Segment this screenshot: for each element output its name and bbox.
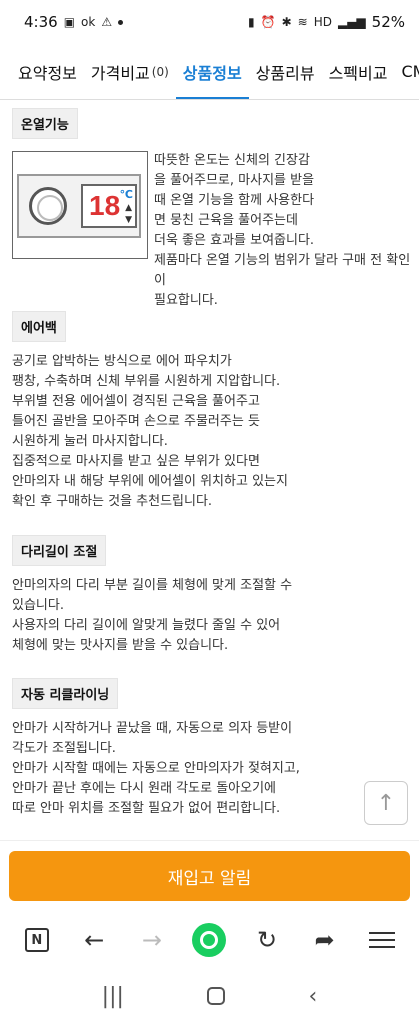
bluetooth-icon: ✱: [281, 15, 292, 29]
alarm-icon: ⏰: [260, 15, 276, 29]
refresh-button[interactable]: ↻: [247, 920, 287, 960]
arrow-right-icon: →: [141, 926, 162, 954]
green-dot-icon: [192, 923, 227, 957]
section-title: 다리길이 조절: [12, 535, 107, 566]
restock-alert-button[interactable]: 재입고 알림: [9, 851, 410, 901]
section-text: 따뜻한 온도는 신체의 긴장감 을 풀어주므로, 마사지를 받을 때 온열 기능…: [154, 153, 411, 308]
tab-label: 가격비교: [90, 63, 150, 83]
section-heat: 온열기능 18 ℃ ▲ ▼ 따뜻한 온도는 신체의 긴장감 을 풀어주므로, 마…: [12, 108, 415, 311]
tab-label: 요약정보: [18, 63, 77, 83]
home-icon[interactable]: [207, 987, 226, 1005]
tab-cm[interactable]: CM: [394, 44, 419, 99]
section-text: 안마가 시작하거나 끝났을 때, 자동으로 의자 등받이 각도가 조절됩니다. …: [12, 721, 300, 816]
section-airbag: 에어백 공기로 압박하는 방식으로 에어 파우치가 팽창, 수축하며 신체 부위…: [12, 311, 415, 512]
tab-price-compare[interactable]: 가격비교 (0): [84, 44, 176, 99]
up-down-arrow-icon: ▲ ▼: [125, 203, 132, 225]
battery-percent: 52%: [371, 13, 405, 31]
gallery-icon: ▣: [63, 15, 76, 29]
tab-product-info[interactable]: 상품정보: [175, 44, 249, 99]
scroll-to-top-button[interactable]: ↑: [364, 781, 408, 825]
arrow-up-icon: ↑: [376, 790, 396, 816]
back-button[interactable]: ←: [74, 920, 114, 960]
refresh-icon: ↻: [256, 926, 278, 954]
alert-icon: ⚠: [101, 15, 113, 29]
knob-icon: [29, 187, 67, 225]
recents-icon[interactable]: |||: [102, 984, 124, 1009]
tab-spec-compare[interactable]: 스펙비교: [322, 44, 395, 99]
cta-bar: 재입고 알림: [0, 840, 419, 910]
naver-home-button[interactable]: N: [17, 920, 57, 960]
heat-controller-image: 18 ℃ ▲ ▼: [12, 151, 148, 259]
status-time: 4:36: [24, 13, 58, 31]
tab-reviews[interactable]: 상품리뷰: [249, 44, 322, 99]
status-bar: 4:36 ▣ ok ⚠ ▮ ⏰ ✱ ≋ HD ▂▄▆ 52%: [0, 0, 419, 44]
section-text: 안마의자의 다리 부분 길이를 체형에 맞게 조절할 수 있습니다. 사용자의 …: [12, 578, 293, 653]
arrow-left-icon: ←: [84, 926, 105, 954]
battery-saver-icon: ▮: [248, 15, 255, 29]
tab-count: (0): [151, 64, 169, 79]
section-title: 에어백: [12, 311, 66, 342]
tab-summary[interactable]: 요약정보: [0, 44, 84, 99]
wifi-icon: ≋: [297, 15, 308, 29]
ok-icon: ok: [81, 15, 96, 29]
section-auto-recline: 자동 리클라이닝 안마가 시작하거나 끝났을 때, 자동으로 의자 등받이 각도…: [12, 678, 415, 819]
green-dot-button[interactable]: [189, 920, 229, 960]
section-leg-length: 다리길이 조절 안마의자의 다리 부분 길이를 체형에 맞게 조절할 수 있습니…: [12, 535, 415, 656]
section-title: 자동 리클라이닝: [12, 678, 119, 709]
forward-button[interactable]: →: [132, 920, 172, 960]
temperature-display: 18 ℃ ▲ ▼: [81, 184, 137, 228]
dot-icon: [118, 19, 124, 25]
hd-icon: HD: [313, 15, 332, 29]
section-title: 온열기능: [12, 108, 78, 139]
system-nav-bar: ||| ‹: [0, 968, 419, 1024]
section-text: 공기로 압박하는 방식으로 에어 파우치가 팽창, 수축하며 신체 부위를 시원…: [12, 354, 288, 509]
tab-label: 스펙비교: [328, 63, 388, 83]
naver-n-icon: N: [24, 928, 49, 952]
temperature-value: 18: [89, 190, 121, 221]
product-tabs: 요약정보 가격비교(0) 상품정보 상품리뷰 스펙비교 CM: [0, 44, 419, 100]
signal-icon: ▂▄▆: [337, 15, 366, 29]
product-info-content: 온열기능 18 ℃ ▲ ▼ 따뜻한 온도는 신체의 긴장감 을 풀어주므로, 마…: [0, 100, 419, 840]
tab-label: 상품정보: [182, 63, 242, 83]
share-button[interactable]: ➦: [305, 920, 345, 960]
heat-panel: 18 ℃ ▲ ▼: [17, 174, 141, 238]
back-nav-icon[interactable]: ‹: [309, 984, 318, 1009]
tab-label: CM: [401, 62, 419, 81]
menu-button[interactable]: [362, 920, 402, 960]
tab-label: 상품리뷰: [255, 63, 315, 83]
temperature-unit: ℃: [119, 188, 133, 201]
browser-toolbar: N ← → ↻ ➦: [0, 912, 419, 968]
hamburger-icon: [369, 932, 396, 948]
share-icon: ➦: [314, 926, 335, 954]
